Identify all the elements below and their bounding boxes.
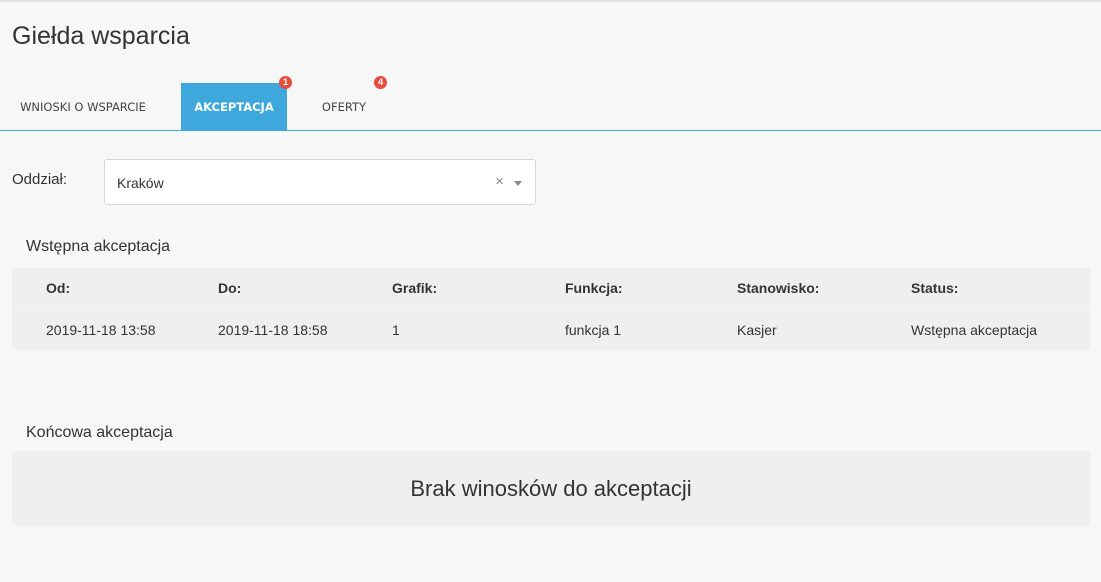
branch-select-value: Kraków xyxy=(117,175,164,191)
chevron-down-icon[interactable] xyxy=(514,181,522,186)
clear-icon[interactable]: × xyxy=(495,173,504,190)
cell-od: 2019-11-18 13:58 xyxy=(46,321,156,338)
page-title: Giełda wsparcia xyxy=(12,22,190,50)
cell-do: 2019-11-18 18:58 xyxy=(218,321,328,338)
table-row[interactable]: 2019-11-18 13:58 2019-11-18 18:58 1 funk… xyxy=(12,309,1090,350)
column-header-funkcja: Funkcja: xyxy=(565,280,623,296)
top-divider xyxy=(0,0,1101,2)
preliminary-acceptance-title: Wstępna akceptacja xyxy=(26,238,171,255)
column-header-do: Do: xyxy=(218,280,242,296)
column-header-stanowisko: Stanowisko: xyxy=(737,280,820,296)
cell-stanowisko: Kasjer xyxy=(737,321,777,338)
column-header-od: Od: xyxy=(46,280,71,296)
column-header-status: Status: xyxy=(911,280,959,296)
cell-grafik: 1 xyxy=(392,321,400,338)
tab-wnioski-o-wsparcie[interactable]: WNIOSKI O WSPARCIE xyxy=(8,83,158,130)
final-acceptance-title: Końcowa akceptacja xyxy=(26,424,173,441)
tab-label: AKCEPTACJA xyxy=(194,99,274,114)
notification-badge: 1 xyxy=(279,76,292,89)
tab-label: OFERTY xyxy=(321,99,367,114)
preliminary-acceptance-table: Od: Do: Grafik: Funkcja: Stanowisko: Sta… xyxy=(12,268,1090,350)
empty-state-message: Brak winosków do akceptacji xyxy=(410,475,692,501)
cell-status: Wstępna akceptacja xyxy=(911,321,1038,338)
tab-oferty[interactable]: OFERTY 4 xyxy=(304,76,387,130)
branch-filter-label: Oddział: xyxy=(12,171,68,188)
cell-funkcja: funkcja 1 xyxy=(565,321,622,338)
tab-bar: WNIOSKI O WSPARCIE AKCEPTACJA 1 OFERTY 4 xyxy=(0,76,1101,131)
notification-badge: 4 xyxy=(374,76,387,89)
column-header-grafik: Grafik: xyxy=(392,280,438,296)
final-acceptance-empty-state: Brak winosków do akceptacji xyxy=(12,451,1090,526)
table-header: Od: Do: Grafik: Funkcja: Stanowisko: Sta… xyxy=(12,268,1090,308)
tab-label: WNIOSKI O WSPARCIE xyxy=(20,99,146,114)
tab-akceptacja[interactable]: AKCEPTACJA 1 xyxy=(181,76,292,130)
branch-select[interactable]: Kraków × xyxy=(104,159,536,205)
